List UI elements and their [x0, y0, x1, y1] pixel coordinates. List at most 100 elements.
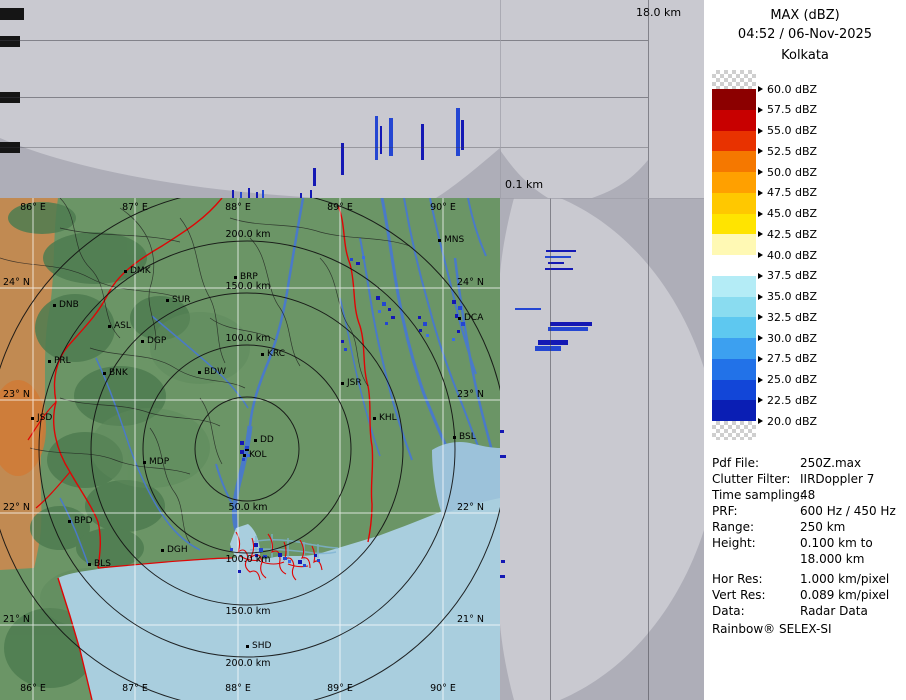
- longitude-label: 88° E: [225, 684, 251, 694]
- info-label: Range:: [712, 519, 800, 535]
- tick-arrow-icon: [758, 294, 763, 300]
- info-label: Data:: [712, 603, 800, 619]
- colorbar-cell: [712, 172, 756, 193]
- colorbar-tick: 42.5 dBZ: [758, 229, 817, 240]
- latitude-label: 22° N: [3, 503, 30, 513]
- colorbar-tick: 55.0 dBZ: [758, 125, 817, 136]
- info-row: Height:0.100 km to: [712, 535, 904, 551]
- product-title: MAX (dBZ): [704, 8, 906, 23]
- longitude-label: 88° E: [225, 203, 251, 213]
- info-label: PRF:: [712, 503, 800, 519]
- colorbar-tick-label: 37.5 dBZ: [767, 270, 817, 281]
- tick-arrow-icon: [758, 211, 763, 217]
- range-ring-label: 50.0 km: [229, 503, 268, 513]
- colorbar-cell: [712, 151, 756, 172]
- colorbar-tick: 60.0 dBZ: [758, 84, 817, 95]
- radar-echo: [262, 190, 264, 198]
- colorbar-overflow-checker: [712, 70, 756, 89]
- radar-echo: [535, 346, 561, 351]
- colorbar-tick-label: 25.0 dBZ: [767, 374, 817, 385]
- longitude-label: 90° E: [430, 684, 456, 694]
- latitude-label: 24° N: [457, 278, 484, 288]
- radar-echo: [500, 575, 505, 578]
- radar-echo: [538, 340, 568, 345]
- range-ring-label: 150.0 km: [226, 282, 271, 292]
- colorbar-cells: [712, 89, 756, 421]
- tick-arrow-icon: [758, 418, 763, 424]
- info-value: 18.000 km: [800, 551, 864, 567]
- radar-echo: [375, 116, 378, 160]
- colorbar-tick: 37.5 dBZ: [758, 270, 817, 281]
- radar-echo: [461, 120, 464, 150]
- info-row: Hor Res:1.000 km/pixel: [712, 571, 904, 587]
- info-value: 48: [800, 487, 815, 503]
- panel-separator: [500, 198, 704, 199]
- colorbar-cell: [712, 276, 756, 297]
- colorbar-tick-label: 20.0 dBZ: [767, 416, 817, 427]
- range-ring-label: 200.0 km: [226, 659, 271, 669]
- colorbar-tick: 47.5 dBZ: [758, 187, 817, 198]
- side-height-gridline: [648, 0, 649, 700]
- info-row: Vert Res:0.089 km/pixel: [712, 587, 904, 603]
- tick-arrow-icon: [758, 107, 763, 113]
- radar-echo: [545, 256, 571, 258]
- tick-arrow-icon: [758, 128, 763, 134]
- info-label: Pdf File:: [712, 455, 800, 471]
- radar-display-window: 18.0 km 0.1 km: [0, 0, 906, 700]
- top-height-projection-panel[interactable]: [0, 0, 500, 198]
- radar-echo: [248, 188, 250, 198]
- latitude-label: 24° N: [3, 278, 30, 288]
- latitude-label: 23° N: [457, 390, 484, 400]
- longitude-label: 90° E: [430, 203, 456, 213]
- latitude-label: 23° N: [3, 390, 30, 400]
- colorbar-tick: 40.0 dBZ: [758, 250, 817, 261]
- height-gridline-5km: [0, 147, 648, 148]
- colorbar-underflow-checker: [712, 421, 756, 440]
- radar-echo: [501, 560, 505, 563]
- longitude-label: 89° E: [327, 684, 353, 694]
- info-value: Radar Data: [800, 603, 868, 619]
- info-label: Vert Res:: [712, 587, 800, 603]
- colorbar-cell: [712, 380, 756, 401]
- legend-panel: MAX (dBZ) 04:52 / 06-Nov-2025 Kolkata 60…: [704, 0, 906, 700]
- height-max-label: 18.0 km: [636, 6, 681, 19]
- colorbar-tick-label: 50.0 dBZ: [767, 167, 817, 178]
- colorbar-tick: 52.5 dBZ: [758, 146, 817, 157]
- radar-echo: [456, 108, 460, 156]
- radar-echo: [380, 126, 382, 154]
- colorbar-cell: [712, 234, 756, 255]
- colorbar-tick: 20.0 dBZ: [758, 416, 817, 427]
- colorbar-tick: 50.0 dBZ: [758, 167, 817, 178]
- info-label: Height:: [712, 535, 800, 551]
- radar-echo: [500, 430, 504, 433]
- tick-arrow-icon: [758, 190, 763, 196]
- colorbar-cell: [712, 317, 756, 338]
- radar-echo: [500, 455, 506, 458]
- colorbar-tick-label: 30.0 dBZ: [767, 333, 817, 344]
- longitude-label: 86° E: [20, 203, 46, 213]
- colorbar-cell: [712, 255, 756, 276]
- colorbar-cell: [712, 131, 756, 152]
- info-value: 0.089 km/pixel: [800, 587, 889, 603]
- latitude-label: 21° N: [457, 615, 484, 625]
- product-datetime: 04:52 / 06-Nov-2025: [704, 27, 906, 42]
- map-panel[interactable]: MNSDMKBRPSURDNBASLDGPKRCPRLBNKBDWJSRDCAK…: [0, 198, 500, 700]
- info-row: Pdf File:250Z.max: [712, 455, 904, 471]
- range-ring-label: 100.0 km: [226, 334, 271, 344]
- info-value: IIRDoppler 7: [800, 471, 874, 487]
- side-panel-echoes: [500, 198, 704, 700]
- colorbar-tick: 57.5 dBZ: [758, 104, 817, 115]
- colorbar-cell: [712, 214, 756, 235]
- colorbar-cell: [712, 89, 756, 110]
- longitude-label: 86° E: [20, 684, 46, 694]
- map-grid-labels: 86° E86° E87° E87° E88° E88° E89° E89° E…: [0, 198, 500, 700]
- latitude-label: 21° N: [3, 615, 30, 625]
- colorbar-tick-label: 57.5 dBZ: [767, 104, 817, 115]
- range-ring-label: 200.0 km: [226, 230, 271, 240]
- colorbar-tick-label: 22.5 dBZ: [767, 395, 817, 406]
- radar-echo: [232, 190, 234, 198]
- side-height-projection-panel[interactable]: [500, 198, 704, 700]
- side-height-gridline: [550, 198, 551, 700]
- info-row: Time sampling:48: [712, 487, 904, 503]
- info-label: [712, 551, 800, 567]
